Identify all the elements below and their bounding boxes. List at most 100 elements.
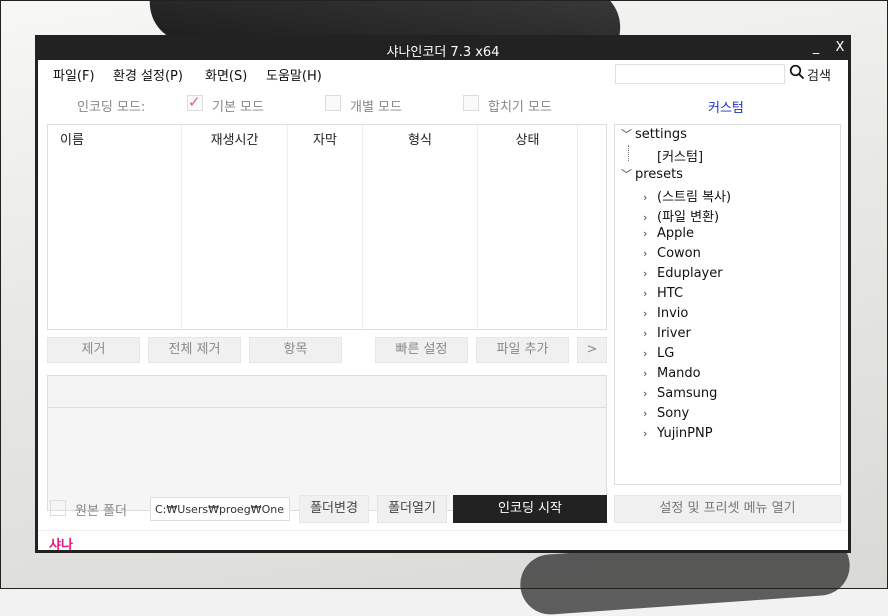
- encoding-mode-bar: 인코딩 모드: ✓ 기본 모드 개별 모드 합치기 모드 커스텀: [38, 90, 848, 120]
- chevron-right-icon[interactable]: ›: [643, 367, 657, 380]
- items-button[interactable]: 항목: [249, 337, 342, 363]
- add-file-button[interactable]: 파일 추가: [476, 337, 569, 363]
- tree-node-label: Mando: [657, 366, 701, 381]
- chevron-right-icon[interactable]: ›: [643, 267, 657, 280]
- tree-node-preset[interactable]: › Mando: [643, 366, 701, 381]
- change-folder-button[interactable]: 폴더변경: [299, 495, 369, 523]
- file-action-buttons: 제거 전체 제거 항목 빠른 설정 파일 추가 >: [38, 337, 618, 365]
- column-status[interactable]: 상태: [478, 125, 578, 329]
- chevron-right-icon[interactable]: ›: [643, 191, 657, 204]
- tree-node-preset[interactable]: › Invio: [643, 306, 688, 321]
- open-folder-button[interactable]: 폴더열기: [377, 495, 447, 523]
- column-header-name[interactable]: 이름: [48, 129, 181, 148]
- window-title: 샤나인코더 7.3 x64: [386, 45, 500, 60]
- merge-mode-checkbox[interactable]: [463, 95, 479, 111]
- individual-mode-label[interactable]: 개별 모드: [350, 96, 402, 115]
- merge-mode-label[interactable]: 합치기 모드: [488, 96, 552, 115]
- chevron-down-icon[interactable]: ﹀: [621, 126, 635, 142]
- status-bar: 샤나: [38, 530, 848, 553]
- log-panel-header: [48, 376, 606, 408]
- file-list[interactable]: 이름 재생시간 자막 형식 상태: [47, 124, 607, 330]
- open-settings-preset-menu-button[interactable]: 설정 및 프리셋 메뉴 열기: [614, 495, 841, 523]
- individual-mode-checkbox[interactable]: [325, 95, 341, 111]
- tree-node-label: settings: [635, 127, 687, 142]
- column-format[interactable]: 형식: [363, 125, 478, 329]
- remove-button[interactable]: 제거: [47, 337, 140, 363]
- menu-bar: 파일(F) 환경 설정(P) 화면(S) 도움말(H) 검색: [38, 60, 848, 86]
- column-subtitle[interactable]: 자막: [288, 125, 363, 329]
- chevron-right-icon[interactable]: ›: [643, 211, 657, 224]
- menu-view[interactable]: 화면(S): [205, 65, 247, 84]
- menu-preferences[interactable]: 환경 설정(P): [113, 65, 183, 84]
- search-input[interactable]: [615, 64, 785, 84]
- tree-node-preset[interactable]: › Iriver: [643, 326, 691, 341]
- tree-node-label: Sony: [657, 406, 690, 421]
- search-icon[interactable]: [789, 64, 805, 80]
- basic-mode-label[interactable]: 기본 모드: [212, 96, 264, 115]
- tree-node-preset[interactable]: › (파일 변환): [643, 206, 719, 225]
- shana-encoder-window: 샤나인코더 7.3 x64 _ X 파일(F) 환경 설정(P) 화면(S) 도…: [35, 35, 851, 553]
- checkmark-icon: ✓: [188, 93, 201, 111]
- tree-node-label: Eduplayer: [657, 266, 723, 281]
- tree-node-preset[interactable]: › (스트림 복사): [643, 186, 731, 205]
- preset-tree[interactable]: ﹀ settings [커스텀] ﹀ presets › (스트림 복사) › (파일 …: [614, 124, 841, 485]
- chevron-right-icon[interactable]: ›: [643, 427, 657, 440]
- tree-node-settings[interactable]: ﹀ settings: [621, 126, 687, 142]
- tree-node-presets[interactable]: ﹀ presets: [621, 166, 683, 182]
- chevron-right-icon[interactable]: ›: [643, 227, 657, 240]
- tree-node-preset[interactable]: › YujinPNP: [643, 426, 713, 441]
- column-duration[interactable]: 재생시간: [182, 125, 288, 329]
- tree-node-label: Cowon: [657, 246, 701, 261]
- tree-node-label: LG: [657, 346, 675, 361]
- chevron-right-icon[interactable]: ›: [643, 247, 657, 260]
- original-folder-label[interactable]: 원본 폴더: [75, 500, 127, 519]
- chevron-right-icon[interactable]: ›: [643, 347, 657, 360]
- more-button[interactable]: >: [577, 337, 607, 363]
- chevron-right-icon[interactable]: ›: [643, 407, 657, 420]
- tree-node-preset[interactable]: › HTC: [643, 286, 683, 301]
- column-header-format[interactable]: 형식: [363, 129, 477, 148]
- log-panel: [47, 375, 607, 511]
- column-header-subtitle[interactable]: 자막: [288, 129, 362, 148]
- chevron-right-icon[interactable]: ›: [643, 287, 657, 300]
- tree-node-label: Samsung: [657, 386, 718, 401]
- custom-link[interactable]: 커스텀: [708, 97, 744, 116]
- chevron-right-icon[interactable]: ›: [643, 307, 657, 320]
- tree-node-label: Apple: [657, 226, 695, 241]
- tree-node-label: Invio: [657, 306, 689, 321]
- column-name[interactable]: 이름: [48, 125, 182, 329]
- chevron-right-icon[interactable]: ›: [643, 387, 657, 400]
- original-folder-checkbox[interactable]: [50, 500, 66, 516]
- tree-node-label: YujinPNP: [657, 426, 713, 441]
- tree-node-preset[interactable]: › Samsung: [643, 386, 717, 401]
- bottom-bar: 원본 폴더 폴더변경 폴더열기 인코딩 시작 설정 및 프리셋 메뉴 열기: [38, 493, 848, 525]
- column-header-status[interactable]: 상태: [478, 129, 577, 148]
- search-label[interactable]: 검색: [807, 65, 831, 84]
- close-button[interactable]: X: [830, 40, 850, 55]
- status-text: 샤나: [49, 538, 73, 553]
- tree-node-preset[interactable]: › Sony: [643, 406, 689, 421]
- quick-settings-button[interactable]: 빠른 설정: [375, 337, 468, 363]
- remove-all-button[interactable]: 전체 제거: [148, 337, 241, 363]
- tree-node-custom[interactable]: [커스텀]: [657, 146, 703, 165]
- tree-node-label: (파일 변환): [657, 210, 720, 225]
- tree-node-preset[interactable]: › Eduplayer: [643, 266, 723, 281]
- tree-node-label: HTC: [657, 286, 684, 301]
- chevron-down-icon[interactable]: ﹀: [621, 166, 635, 182]
- basic-mode-checkbox[interactable]: ✓: [187, 93, 203, 111]
- tree-node-preset[interactable]: › Apple: [643, 226, 694, 241]
- tree-node-preset[interactable]: › Cowon: [643, 246, 701, 261]
- encoding-mode-label: 인코딩 모드:: [77, 100, 146, 115]
- menu-file[interactable]: 파일(F): [53, 65, 95, 84]
- tree-node-label: Iriver: [657, 326, 691, 341]
- menu-help[interactable]: 도움말(H): [266, 65, 322, 84]
- tree-guide-line: [628, 145, 629, 161]
- tree-node-preset[interactable]: › LG: [643, 346, 674, 361]
- start-encoding-button[interactable]: 인코딩 시작: [453, 495, 607, 523]
- tree-node-label: (스트림 복사): [657, 190, 732, 205]
- chevron-right-icon[interactable]: ›: [643, 327, 657, 340]
- output-path-input[interactable]: [150, 497, 290, 521]
- title-bar[interactable]: 샤나인코더 7.3 x64 _ X: [38, 38, 848, 60]
- minimize-button[interactable]: _: [806, 40, 826, 55]
- column-header-duration[interactable]: 재생시간: [182, 129, 287, 148]
